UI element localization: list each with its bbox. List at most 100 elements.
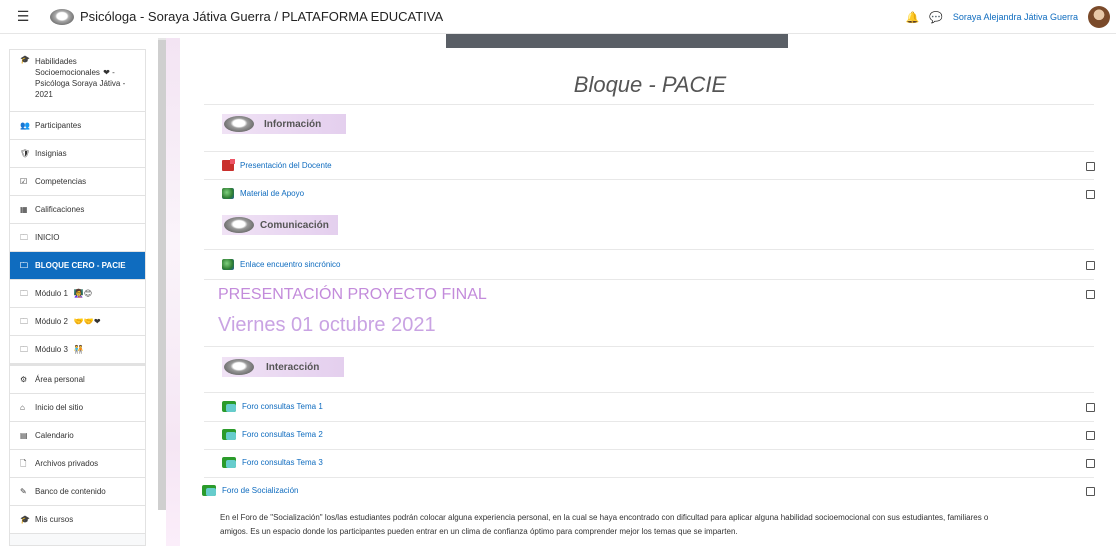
sidebar-item-area-personal[interactable]: ⚙ Área personal: [10, 366, 145, 394]
activity-link[interactable]: Material de Apoyo: [240, 189, 304, 198]
activity-foro-tema-1[interactable]: Foro consultas Tema 1: [222, 401, 323, 412]
divider: [204, 346, 1094, 347]
description-line-2: amigos. Es un espacio donde los particip…: [220, 527, 738, 536]
url-icon: [222, 259, 234, 270]
hamburger-icon[interactable]: ☰: [6, 5, 40, 29]
sidebar-item-label: Área personal: [35, 375, 85, 384]
sidebar-item-modulo-2[interactable]: 🗀 Módulo 2 🤝🤝❤: [10, 308, 145, 336]
label-interaccion: Interacción: [222, 357, 344, 377]
label-comunicacion: Comunicación: [222, 215, 338, 235]
completion-checkbox[interactable]: [1086, 431, 1095, 440]
sidebar-item-calificaciones[interactable]: ▦ Calificaciones: [10, 196, 145, 224]
calendar-icon: ▤: [20, 430, 28, 440]
sidebar-item-label: Inicio del sitio: [35, 403, 84, 412]
sidebar-item-label: Mis cursos: [35, 515, 74, 524]
sidebar-item-banco[interactable]: ✎ Banco de contenido: [10, 478, 145, 506]
avatar[interactable]: [1088, 6, 1110, 28]
sidebar-item-course[interactable]: 🎓 Habilidades Socioemocionales ❤ - Psicó…: [10, 50, 145, 112]
divider: [204, 392, 1094, 393]
sidebar-item-label: Módulo 1: [35, 289, 68, 298]
activity-link[interactable]: Enlace encuentro sincrónico: [240, 260, 341, 269]
completion-checkbox[interactable]: [1086, 190, 1095, 199]
pdf-icon: [222, 159, 235, 171]
sidebar-item-mis-cursos[interactable]: 🎓 Mis cursos: [10, 506, 145, 534]
activity-link[interactable]: Foro de Socialización: [222, 486, 298, 495]
forum-description: En el Foro de "Socialización" los/las es…: [220, 511, 1090, 539]
sidebar-item-label: Módulo 2: [35, 317, 68, 326]
label-informacion: Información: [222, 114, 346, 134]
bell-icon[interactable]: 🔔: [906, 11, 920, 24]
sidebar-item-label: INICIO: [35, 233, 60, 242]
folder-icon: 🗀: [20, 260, 28, 270]
divider: [204, 477, 1094, 478]
user-name[interactable]: Soraya Alejandra Játiva Guerra: [953, 12, 1078, 22]
sidebar-item-label: Módulo 3: [35, 345, 68, 354]
sidebar-scrollbar[interactable]: [158, 38, 166, 510]
sidebar-item-modulo-3[interactable]: 🗀 Módulo 3 🧑‍🤝‍🧑: [10, 336, 145, 364]
dashboard-icon: ⚙: [20, 374, 28, 384]
section-header-bar: [446, 34, 788, 48]
top-navbar: ☰ Psicóloga - Soraya Játiva Guerra / PLA…: [0, 0, 1116, 34]
table-icon: ▦: [20, 204, 28, 214]
label-text: Información: [264, 118, 322, 130]
people-icon: 🧑‍🤝‍🧑: [73, 345, 84, 354]
pen-icon: ✎: [20, 486, 27, 496]
label-text: Comunicación: [260, 219, 329, 231]
divider: [204, 151, 1094, 152]
activity-foro-tema-2[interactable]: Foro consultas Tema 2: [222, 429, 323, 440]
divider: [204, 179, 1094, 180]
sidebar-item-label: Participantes: [35, 121, 82, 130]
activity-material-apoyo[interactable]: Material de Apoyo: [222, 188, 304, 199]
completion-checkbox[interactable]: [1086, 261, 1095, 270]
completion-checkbox[interactable]: [1086, 487, 1095, 496]
proyecto-title: PRESENTACIÓN PROYECTO FINAL: [218, 286, 487, 303]
sidebar-item-archivos[interactable]: 🗋 Archivos privados: [10, 450, 145, 478]
sidebar-item-insignias[interactable]: 🛡 Insignias: [10, 140, 145, 168]
sidebar-item-label: Insignias: [35, 149, 67, 158]
sidebar-item-label: Calificaciones: [35, 205, 85, 214]
forum-icon: [202, 485, 216, 496]
activity-link[interactable]: Foro consultas Tema 3: [242, 458, 323, 467]
forum-icon: [222, 457, 236, 468]
divider: [204, 449, 1094, 450]
proyecto-date: Viernes 01 octubre 2021: [218, 314, 436, 336]
completion-checkbox[interactable]: [1086, 290, 1095, 299]
divider: [204, 421, 1094, 422]
activity-link[interactable]: Foro consultas Tema 2: [242, 430, 323, 439]
sidebar-item-competencias[interactable]: ☑ Competencias: [10, 168, 145, 196]
logo-icon: [224, 359, 254, 375]
activity-link[interactable]: Presentación del Docente: [240, 161, 332, 170]
sidebar-item-inicio[interactable]: 🗀 INICIO: [10, 224, 145, 252]
logo-icon: [224, 217, 254, 233]
sidebar-item-label: BLOQUE CERO - PACIE: [35, 261, 126, 270]
section-title: Bloque - PACIE: [573, 72, 727, 97]
site-title[interactable]: Psicóloga - Soraya Játiva Guerra / PLATA…: [80, 9, 443, 24]
forum-icon: [222, 429, 236, 440]
label-text: Interacción: [266, 361, 320, 373]
checkbox-icon: ☑: [20, 176, 28, 186]
completion-checkbox[interactable]: [1086, 403, 1095, 412]
file-icon: 🗋: [20, 458, 27, 468]
sidebar-item-label: Archivos privados: [35, 459, 99, 468]
activity-foro-tema-3[interactable]: Foro consultas Tema 3: [222, 457, 323, 468]
sidebar-item-bloque-cero[interactable]: 🗀 BLOQUE CERO - PACIE: [10, 252, 145, 280]
scrollbar-thumb[interactable]: [158, 40, 166, 510]
folder-icon: 🗀: [20, 316, 28, 326]
chat-bubble-icon[interactable]: 💬: [929, 11, 943, 24]
activity-presentacion-docente[interactable]: Presentación del Docente: [222, 159, 332, 171]
folder-icon: 🗀: [20, 232, 28, 242]
sidebar-item-inicio-sitio[interactable]: ⌂ Inicio del sitio: [10, 394, 145, 422]
sidebar-item-label: Calendario: [35, 431, 74, 440]
completion-checkbox[interactable]: [1086, 459, 1095, 468]
site-logo[interactable]: [50, 8, 74, 25]
sidebar-item-calendario[interactable]: ▤ Calendario: [10, 422, 145, 450]
sidebar-item-participantes[interactable]: 👥 Participantes: [10, 112, 145, 140]
completion-checkbox[interactable]: [1086, 162, 1095, 171]
activity-foro-socializacion[interactable]: Foro de Socialización: [202, 485, 298, 496]
activity-enlace-sincronico[interactable]: Enlace encuentro sincrónico: [222, 259, 341, 270]
decorative-strip: [166, 38, 180, 546]
home-icon: ⌂: [20, 402, 25, 412]
folder-icon: 🗀: [20, 344, 28, 354]
sidebar-item-modulo-1[interactable]: 🗀 Módulo 1 👩‍🏫😊: [10, 280, 145, 308]
activity-link[interactable]: Foro consultas Tema 1: [242, 402, 323, 411]
